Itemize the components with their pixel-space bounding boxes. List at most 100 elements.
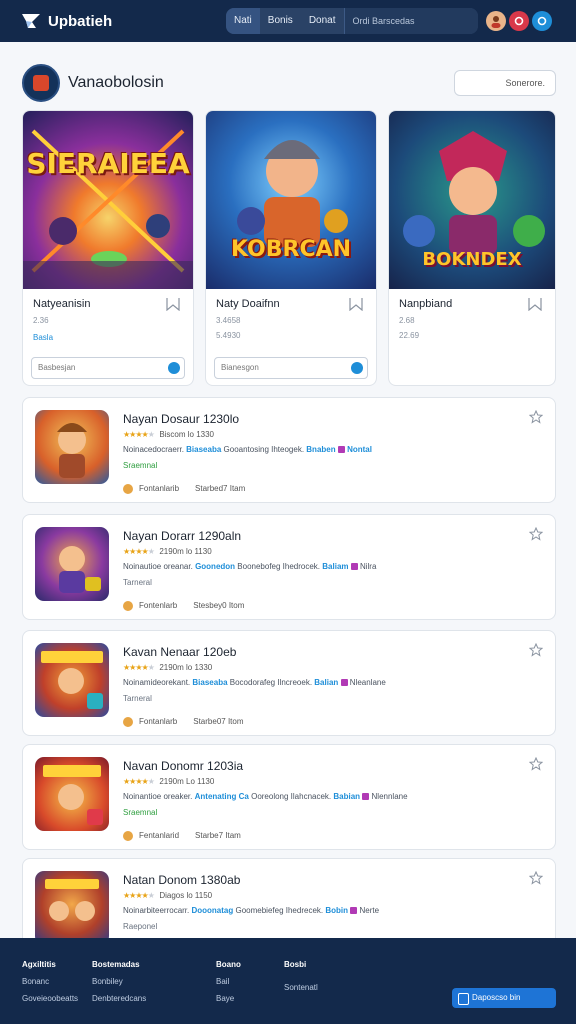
tag-link[interactable]: Balian [314,678,338,687]
list-item[interactable]: Nayan Dorarr 1290aln ★★★★★ 2190m lo 1130… [22,514,556,620]
app-logo[interactable]: Upbatieh [20,12,226,30]
game-title[interactable]: Kavan Nenaar 120eb [123,645,236,659]
game-title[interactable]: Natan Donom 1380ab [123,873,240,887]
list-item[interactable]: Navan Donomr 1203ia ★★★★★ 2190m Lo 1130 … [22,744,556,850]
status-label: Sraemnal [123,808,158,817]
featured-title[interactable]: Nanpbiand [399,298,545,310]
footer-column-4: Bosbi Sontenatl [284,956,318,996]
footer-link[interactable]: Denbteredcans [92,990,146,1007]
game-title[interactable]: Navan Donomr 1203ia [123,759,243,773]
tag-link[interactable]: Biaseaba [186,445,221,454]
bookmark-icon[interactable] [165,297,181,311]
thumbnail-art [41,651,103,709]
rating-row: ★★★★★ 2190m lo 1330 [123,663,213,672]
thumbnail-art [45,879,99,921]
list-footer: Fentanlarid Starbe7 Itam [123,831,241,841]
search-input[interactable]: Ordi Barscedas [343,8,478,34]
tab-3[interactable]: Donat [301,8,344,34]
featured-card-3[interactable]: BOKNDEX Nanpbiand 2.68 22.69 [388,110,556,386]
featured-title[interactable]: Natyeanisin [33,298,183,310]
featured-meta: 2.36 [33,316,49,325]
go-icon[interactable] [351,362,363,374]
bell-icon [514,16,524,26]
game-thumbnail[interactable] [35,757,109,831]
footer-link[interactable]: Sontenatl [284,979,318,996]
game-description: Noinautioe oreanar. Goonedon Boonebofeg … [123,562,377,571]
featured-title[interactable]: Naty Doaifnn [216,298,366,310]
platform-icon [340,679,348,687]
game-description: Noinarbiteerrocarr. Dooonatag Goomebiefe… [123,906,380,915]
tag-text: Nerte [359,906,380,915]
tag-link[interactable]: Nontal [347,445,372,454]
featured-card-2[interactable]: KOBRCAN Naty Doaifnn 3.4658 5.4930 Biane… [205,110,377,386]
top-navbar: Upbatieh Nati Bonis Donat Ordi Barscedas [0,0,576,42]
tab-2[interactable]: Bonis [260,8,301,34]
footer-column-2: Bostemadas Bonbiley Denbteredcans [92,956,146,1007]
star-favorite-icon[interactable] [529,871,543,885]
game-thumbnail[interactable] [35,871,109,945]
game-logo-text: BOKNDEX [422,249,522,270]
featured-art: SIERAIEEA [23,111,193,289]
featured-art: BOKNDEX [389,111,555,289]
platform-icon [362,793,370,801]
game-thumbnail[interactable] [35,527,109,601]
featured-tag[interactable]: Basla [33,333,183,342]
featured-meta: 2.68 [399,316,415,325]
status-label: Sraemnal [123,461,158,470]
tag-link[interactable]: Biaseaba [192,678,227,687]
go-icon[interactable] [168,362,180,374]
tag-link[interactable]: Babian [333,792,360,801]
star-favorite-icon[interactable] [529,643,543,657]
star-favorite-icon[interactable] [529,757,543,771]
help-icon[interactable] [532,11,552,31]
notification-icon[interactable] [509,11,529,31]
sort-dropdown[interactable]: Sonerore. [454,70,556,96]
featured-input[interactable]: Basbesjan [31,357,185,379]
featured-input-text: Basbesjan [38,363,76,372]
list-footer: Fontenlarb Stesbey0 Itom [123,601,244,611]
tab-1[interactable]: Nati [226,8,260,34]
game-logo-text: SIERAIEEA [26,147,190,180]
featured-card-1[interactable]: SIERAIEEA Natyeanisin 2.36 Basla Basbesj… [22,110,194,386]
bookmark-icon[interactable] [348,297,364,311]
platform-icon [350,907,358,915]
list-item[interactable]: Kavan Nenaar 120eb ★★★★★ 2190m lo 1330 N… [22,630,556,736]
footer-link[interactable]: Goveieoobeatts [22,990,78,1007]
platform-icon [350,563,358,571]
bookmark-icon[interactable] [527,297,543,311]
tag-link[interactable]: Dooonatag [191,906,233,915]
featured-input[interactable]: Bianesgon [214,357,368,379]
tag-link[interactable]: Bobin [325,906,348,915]
tag-link[interactable]: Bnaben [306,445,335,454]
footer-link[interactable]: Baye [216,990,241,1007]
tag-link[interactable]: Antenating Ca [195,792,249,801]
game-thumbnail[interactable] [35,410,109,484]
featured-meta-2: 22.69 [399,331,420,340]
footer-cta-button[interactable]: Daposcso bin [452,988,556,1008]
list-item[interactable]: Nayan Dosaur 1230lo ★★★★★ Biscom lo 1330… [22,397,556,503]
game-art-illustration [23,129,193,289]
tag-link[interactable]: Goonedon [195,562,235,571]
page-title: Vanaobolosin [68,74,164,91]
star-rating-icon: ★★★★ [123,777,149,786]
game-art-illustration [237,140,348,247]
star-favorite-icon[interactable] [529,527,543,541]
footer: Agxiltitis Bonanc Goveieoobeatts Bostema… [0,938,576,1024]
footer-link[interactable]: Bonanc [22,973,78,990]
game-description: Noinamideorekant. Biaseaba Bocodorafeg I… [123,678,386,687]
footer-link[interactable]: Bail [216,973,241,990]
star-rating-icon: ★★★★ [123,663,149,672]
game-title[interactable]: Nayan Dorarr 1290aln [123,529,241,543]
rating-stats: 2190m Lo 1130 [159,777,215,786]
game-title[interactable]: Nayan Dosaur 1230lo [123,412,239,426]
logo-text: Upbatieh [48,12,113,30]
footer-link[interactable]: Bonbiley [92,973,146,990]
tag-link[interactable]: Baliam [322,562,348,571]
star-favorite-icon[interactable] [529,410,543,424]
tag-text: Nilra [359,562,377,571]
featured-meta-2: 5.4930 [216,331,241,340]
game-thumbnail[interactable] [35,643,109,717]
avatar[interactable] [486,11,506,31]
footer-heading: Bosbi [284,960,307,969]
circle-icon [537,16,547,26]
